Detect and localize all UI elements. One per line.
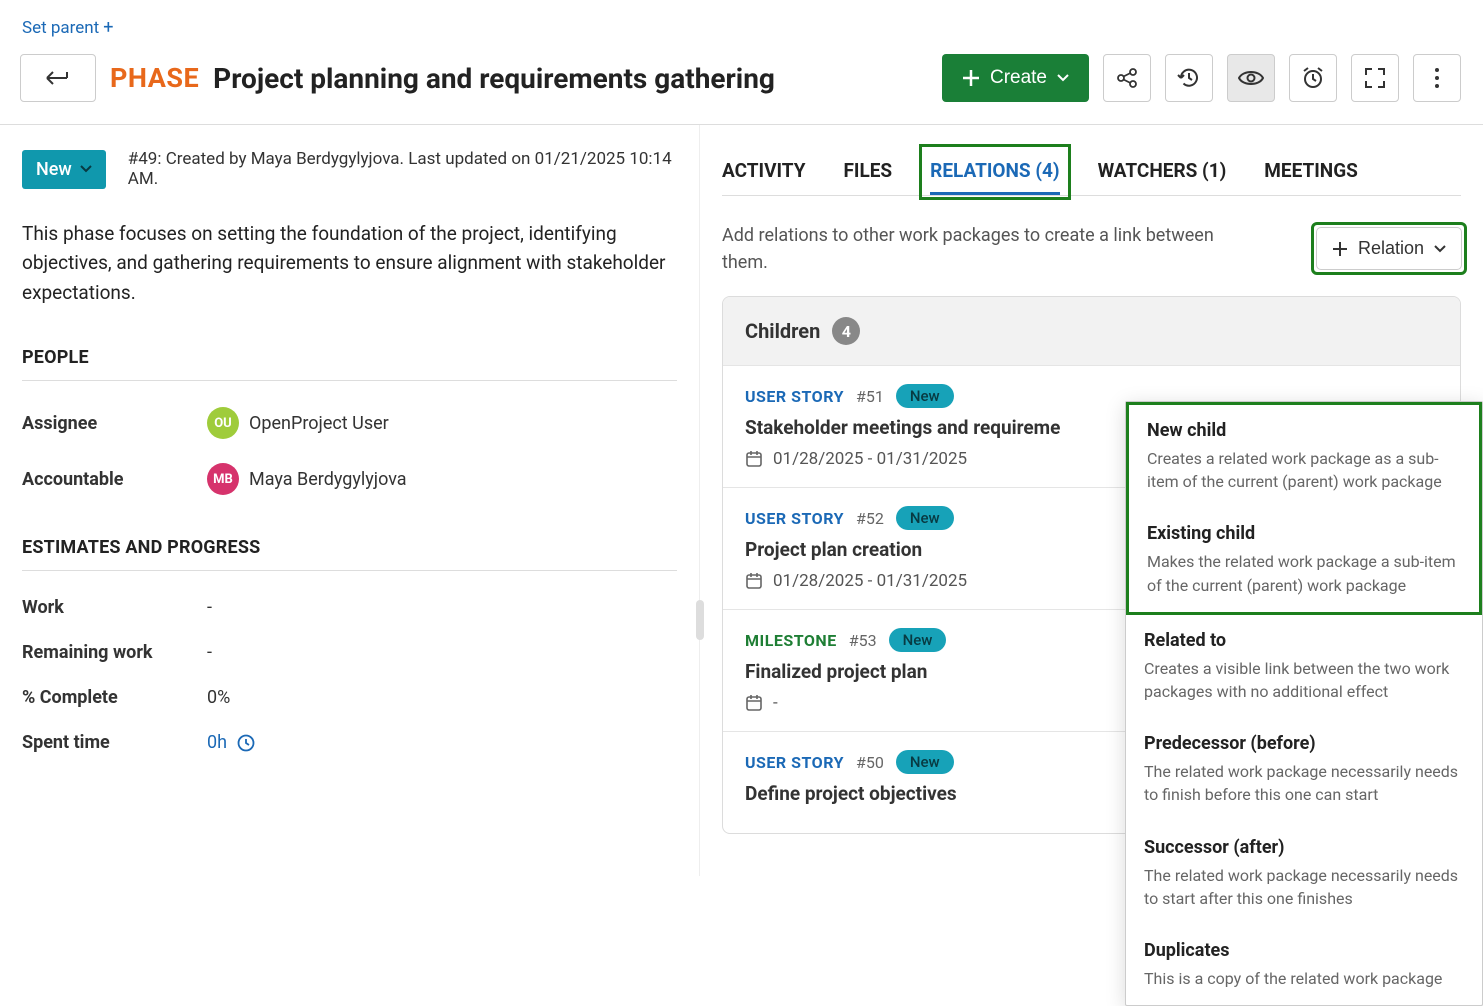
description[interactable]: This phase focuses on setting the founda… <box>22 219 677 307</box>
assignee-name: OpenProject User <box>249 413 389 434</box>
relation-button-label: Relation <box>1358 238 1424 259</box>
child-id: #51 <box>856 387 884 406</box>
remaining-label: Remaining work <box>22 642 207 663</box>
page-title[interactable]: Project planning and requirements gather… <box>213 62 775 95</box>
clock-alarm-icon <box>1301 66 1325 90</box>
share-icon <box>1116 67 1138 89</box>
remaining-value[interactable]: - <box>207 642 212 663</box>
spent-label: Spent time <box>22 732 207 753</box>
create-button[interactable]: Create <box>942 54 1089 102</box>
back-button[interactable] <box>20 54 96 102</box>
tab-relations[interactable]: RELATIONS (4) <box>930 149 1059 195</box>
dropdown-item[interactable]: Related to Creates a visible link between… <box>1126 615 1482 718</box>
type-badge: PHASE <box>110 62 199 94</box>
children-label: Children <box>745 319 820 343</box>
kebab-icon <box>1434 67 1440 89</box>
dropdown-item-desc: The related work package necessarily nee… <box>1144 760 1464 806</box>
more-button[interactable] <box>1413 54 1461 102</box>
back-arrow-icon <box>45 68 71 88</box>
status-label: New <box>36 159 72 180</box>
work-value[interactable]: - <box>207 597 212 618</box>
chevron-down-icon <box>80 165 92 173</box>
plus-icon: + <box>103 19 113 37</box>
dropdown-item-desc: This is a copy of the related work packa… <box>1144 967 1464 990</box>
avatar: OU <box>207 407 239 439</box>
left-panel: New #49: Created by Maya Berdygylyjova. … <box>0 125 700 876</box>
dropdown-item-desc: Creates a visible link between the two w… <box>1144 657 1464 703</box>
estimates-section-title: ESTIMATES AND PROGRESS <box>22 537 677 571</box>
expand-icon <box>1364 67 1386 89</box>
calendar-icon <box>745 450 763 468</box>
dropdown-item-title: Related to <box>1144 630 1464 651</box>
dropdown-item-title: New child <box>1147 420 1461 441</box>
child-status: New <box>889 628 947 652</box>
status-select[interactable]: New <box>22 150 106 189</box>
dropdown-item-desc: Makes the related work package a sub-ite… <box>1147 550 1461 596</box>
add-relation-button[interactable]: Relation <box>1316 227 1462 270</box>
dropdown-item-title: Existing child <box>1147 523 1461 544</box>
dropdown-item-title: Duplicates <box>1144 940 1464 961</box>
accountable-label: Accountable <box>22 469 207 490</box>
set-parent-link[interactable]: Set parent + <box>22 18 113 38</box>
dropdown-item[interactable]: New child Creates a related work package … <box>1129 405 1479 508</box>
dropdown-item-desc: Creates a related work package as a sub-… <box>1147 447 1461 493</box>
accountable-name: Maya Berdygylyjova <box>249 469 407 490</box>
resize-handle[interactable] <box>696 600 704 640</box>
complete-label: % Complete <box>22 687 207 708</box>
meta-line: #49: Created by Maya Berdygylyjova. Last… <box>128 149 677 189</box>
clock-icon <box>237 734 255 752</box>
tab-meetings[interactable]: MEETINGS <box>1264 149 1358 195</box>
child-type: USER STORY <box>745 387 844 406</box>
dropdown-item-title: Predecessor (before) <box>1144 733 1464 754</box>
child-type: USER STORY <box>745 509 844 528</box>
people-section-title: PEOPLE <box>22 347 677 381</box>
right-panel: ACTIVITY FILES RELATIONS (4) WATCHERS (1… <box>700 125 1483 876</box>
assignee-value[interactable]: OU OpenProject User <box>207 407 389 439</box>
spent-link[interactable]: 0h <box>207 732 227 753</box>
assignee-label: Assignee <box>22 413 207 434</box>
child-type: MILESTONE <box>745 631 837 650</box>
chevron-down-icon <box>1434 245 1446 253</box>
child-type: USER STORY <box>745 753 844 772</box>
relations-help: Add relations to other work packages to … <box>722 222 1242 276</box>
child-status: New <box>896 506 954 530</box>
set-parent-label: Set parent <box>22 18 99 38</box>
complete-value[interactable]: 0% <box>207 687 230 708</box>
reminder-button[interactable] <box>1289 54 1337 102</box>
history-button[interactable] <box>1165 54 1213 102</box>
dropdown-item[interactable]: Duplicates This is a copy of the related … <box>1126 925 1482 1005</box>
calendar-icon <box>745 572 763 590</box>
chevron-down-icon <box>1057 74 1069 82</box>
history-icon <box>1177 66 1201 90</box>
child-status: New <box>896 384 954 408</box>
child-status: New <box>896 750 954 774</box>
plus-icon <box>1332 241 1348 257</box>
eye-icon <box>1238 69 1264 87</box>
tab-files[interactable]: FILES <box>843 149 892 195</box>
plus-icon <box>962 69 980 87</box>
child-id: #53 <box>849 631 877 650</box>
watch-button[interactable] <box>1227 54 1275 102</box>
accountable-value[interactable]: MB Maya Berdygylyjova <box>207 463 407 495</box>
create-label: Create <box>990 67 1047 89</box>
dropdown-item-desc: The related work package necessarily nee… <box>1144 864 1464 910</box>
tab-activity[interactable]: ACTIVITY <box>722 149 805 195</box>
child-id: #50 <box>856 753 884 772</box>
share-button[interactable] <box>1103 54 1151 102</box>
avatar: MB <box>207 463 239 495</box>
calendar-icon <box>745 694 763 712</box>
tab-watchers[interactable]: WATCHERS (1) <box>1098 149 1227 195</box>
fullscreen-button[interactable] <box>1351 54 1399 102</box>
dropdown-item[interactable]: Predecessor (before) The related work pac… <box>1126 718 1482 821</box>
dropdown-item[interactable]: Existing child Makes the related work pac… <box>1129 508 1479 611</box>
work-label: Work <box>22 597 207 618</box>
child-id: #52 <box>856 509 884 528</box>
dropdown-item-title: Successor (after) <box>1144 837 1464 858</box>
dropdown-item[interactable]: Successor (after) The related work packag… <box>1126 822 1482 925</box>
children-count: 4 <box>832 317 860 345</box>
spent-value[interactable]: 0h <box>207 732 255 753</box>
relation-dropdown: New child Creates a related work package … <box>1125 401 1483 1006</box>
